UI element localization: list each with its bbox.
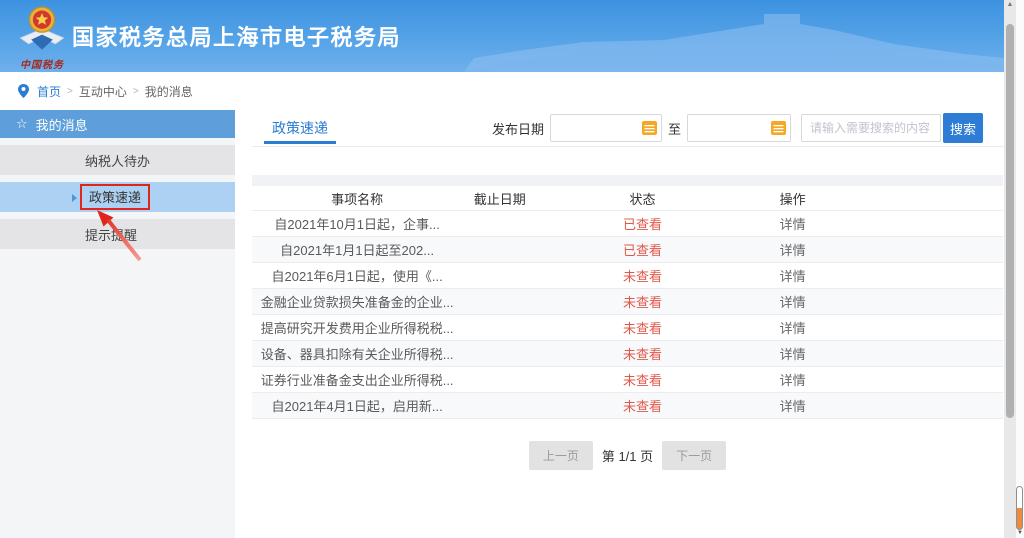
breadcrumb-separator: > — [67, 86, 73, 97]
table-row: 设备、器具扣除有关企业所得税... 未查看 详情 — [252, 341, 1003, 367]
sidebar-item-tips-reminder[interactable]: 提示提醒 — [0, 219, 235, 249]
inner-scrollbar-thumb[interactable] — [1006, 24, 1014, 418]
table-row: 提高研究开发费用企业所得税税... 未查看 详情 — [252, 315, 1003, 341]
logo-caption: 中国税务 — [14, 56, 70, 71]
calendar-icon[interactable] — [771, 121, 786, 135]
detail-link[interactable]: 详情 — [780, 321, 806, 336]
site-title: 国家税务总局上海市电子税务局 — [72, 20, 401, 52]
item-name-cell: 自2021年6月1日起，使用《... — [252, 266, 462, 285]
prev-page-button[interactable]: 上一页 — [529, 441, 593, 470]
column-header-status: 状态 — [537, 189, 747, 208]
sidebar-item-taxpayer-todo[interactable]: 纳税人待办 — [0, 145, 235, 175]
status-badge: 未查看 — [537, 344, 747, 363]
location-pin-icon — [18, 84, 29, 98]
table-row: 自2021年1月1日起至202... 已查看 详情 — [252, 237, 1003, 263]
app-header: 中国税务 国家税务总局上海市电子税务局 — [0, 0, 1024, 72]
outer-scrollbar-thumb[interactable] — [1016, 486, 1023, 530]
detail-link[interactable]: 详情 — [780, 243, 806, 258]
calendar-icon[interactable] — [642, 121, 657, 135]
breadcrumb-interaction-center[interactable]: 互动中心 — [79, 83, 127, 100]
table-top-band — [252, 175, 1003, 186]
item-name-cell: 证券行业准备金支出企业所得税... — [252, 370, 462, 389]
table-row: 自2021年6月1日起，使用《... 未查看 详情 — [252, 263, 1003, 289]
column-header-action: 操作 — [748, 189, 838, 208]
page: 中国税务 国家税务总局上海市电子税务局 首页 > 互动中心 > 我的消息 ☆ 我… — [0, 0, 1024, 538]
table-row: 金融企业贷款损失准备金的企业... 未查看 详情 — [252, 289, 1003, 315]
item-name-cell: 提高研究开发费用企业所得税税... — [252, 318, 462, 337]
search-button[interactable]: 搜索 — [943, 113, 983, 143]
detail-link[interactable]: 详情 — [780, 347, 806, 362]
column-header-item-name: 事项名称 — [252, 189, 462, 208]
sidebar-item-label: 纳税人待办 — [85, 151, 150, 170]
sidebar-header-label: 我的消息 — [36, 115, 88, 134]
outer-scrollbar: ▼ — [1016, 0, 1024, 538]
table-row: 自2021年4月1日起，启用新... 未查看 详情 — [252, 393, 1003, 419]
status-badge: 未查看 — [537, 318, 747, 337]
item-name-cell: 自2021年1月1日起至202... — [252, 240, 462, 259]
status-badge: 未查看 — [537, 396, 747, 415]
date-to-label: 至 — [668, 119, 681, 138]
sidebar-item-label: 提示提醒 — [85, 225, 137, 244]
sidebar: ☆ 我的消息 纳税人待办 政策速递 提示提醒 — [0, 110, 235, 538]
status-badge: 未查看 — [537, 292, 747, 311]
column-header-deadline: 截止日期 — [462, 189, 537, 208]
table-header-row: 事项名称 截止日期 状态 操作 — [252, 186, 1003, 211]
breadcrumb: 首页 > 互动中心 > 我的消息 — [0, 72, 1024, 110]
breadcrumb-separator: > — [133, 86, 139, 97]
main-panel: 政策速递 发布日期 至 — [252, 110, 1003, 538]
breadcrumb-home[interactable]: 首页 — [37, 83, 61, 100]
inner-scrollbar: ▲ — [1004, 0, 1016, 538]
status-badge: 已查看 — [537, 214, 747, 233]
search-input[interactable] — [801, 114, 941, 142]
publish-date-label: 发布日期 — [492, 119, 544, 138]
message-table: 事项名称 截止日期 状态 操作 自2021年10月1日起，企事... 已查看 详… — [252, 186, 1003, 419]
great-wall-background-image — [464, 0, 1024, 72]
tax-bureau-logo: 中国税务 — [14, 3, 70, 71]
pagination: 上一页 第 1/1 页 下一页 — [252, 441, 1003, 470]
page-info: 第 1/1 页 — [602, 446, 653, 465]
breadcrumb-my-messages: 我的消息 — [145, 83, 193, 100]
filter-bar: 发布日期 至 — [492, 113, 1003, 143]
scroll-down-arrow-icon[interactable]: ▼ — [1016, 530, 1024, 536]
tab-policy-express[interactable]: 政策速递 — [268, 110, 332, 146]
item-name-cell: 金融企业贷款损失准备金的企业... — [252, 292, 462, 311]
sidebar-item-label: 政策速递 — [89, 190, 141, 205]
item-name-cell: 设备、器具扣除有关企业所得税... — [252, 344, 462, 363]
selected-triangle-icon — [72, 194, 77, 202]
item-name-cell: 自2021年4月1日起，启用新... — [252, 396, 462, 415]
sidebar-header-my-messages[interactable]: ☆ 我的消息 — [0, 110, 235, 138]
tax-emblem-icon — [17, 3, 67, 53]
spacer — [252, 147, 1003, 175]
item-name-cell: 自2021年10月1日起，企事... — [252, 214, 462, 233]
status-badge: 未查看 — [537, 370, 747, 389]
scroll-up-arrow-icon[interactable]: ▲ — [1004, 1, 1016, 8]
next-page-button[interactable]: 下一页 — [662, 441, 726, 470]
sidebar-item-policy-express[interactable]: 政策速递 — [0, 182, 235, 212]
detail-link[interactable]: 详情 — [780, 295, 806, 310]
star-icon: ☆ — [16, 116, 28, 132]
detail-link[interactable]: 详情 — [780, 373, 806, 388]
annotation-red-box: 政策速递 — [80, 184, 150, 210]
detail-link[interactable]: 详情 — [780, 217, 806, 232]
table-row: 证券行业准备金支出企业所得税... 未查看 详情 — [252, 367, 1003, 393]
status-badge: 已查看 — [537, 240, 747, 259]
table-row: 自2021年10月1日起，企事... 已查看 详情 — [252, 211, 1003, 237]
detail-link[interactable]: 详情 — [780, 399, 806, 414]
status-badge: 未查看 — [537, 266, 747, 285]
tab-bar: 政策速递 发布日期 至 — [252, 110, 1003, 147]
detail-link[interactable]: 详情 — [780, 269, 806, 284]
